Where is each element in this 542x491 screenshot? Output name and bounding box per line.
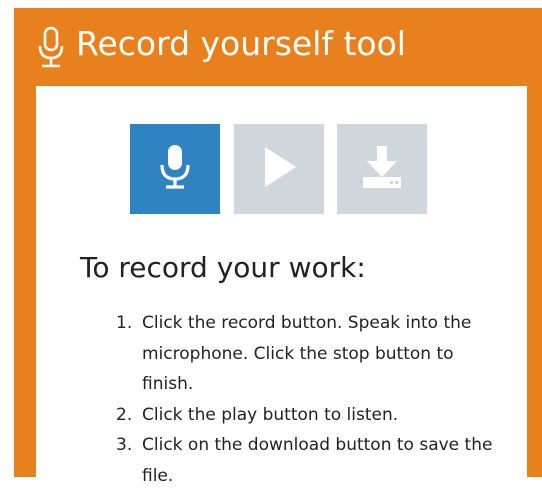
step-number: 1. [116,313,133,333]
play-button[interactable] [234,124,324,214]
step-number: 2. [116,404,133,425]
microphone-icon [158,144,192,194]
download-icon [359,144,405,194]
step-number: 3. [116,435,133,455]
step-text: Click on the download button to save the… [142,435,493,486]
list-item: 3. Click on the download button to save … [116,430,496,491]
list-item: 1. Click the record button. Speak into t… [116,308,496,400]
instructions-list: 1. Click the record button. Speak into t… [116,308,496,491]
tool-card: To record your work: 1. Click the record… [36,86,527,486]
page-title: Record yourself tool [76,24,406,63]
step-text: Click the play button to listen. [142,404,399,425]
list-item: 2. Click the play button to listen. [116,400,496,431]
download-button[interactable] [337,124,427,214]
record-tool-panel: Record yourself tool To record your work… [14,8,542,486]
instructions-heading: To record your work: [80,251,366,284]
play-icon [259,144,299,194]
panel-header: Record yourself tool [14,8,542,86]
microphone-icon [36,26,66,70]
step-text: Click the record button. Speak into the … [142,313,472,394]
page-margin [0,0,14,477]
record-button[interactable] [130,124,220,214]
